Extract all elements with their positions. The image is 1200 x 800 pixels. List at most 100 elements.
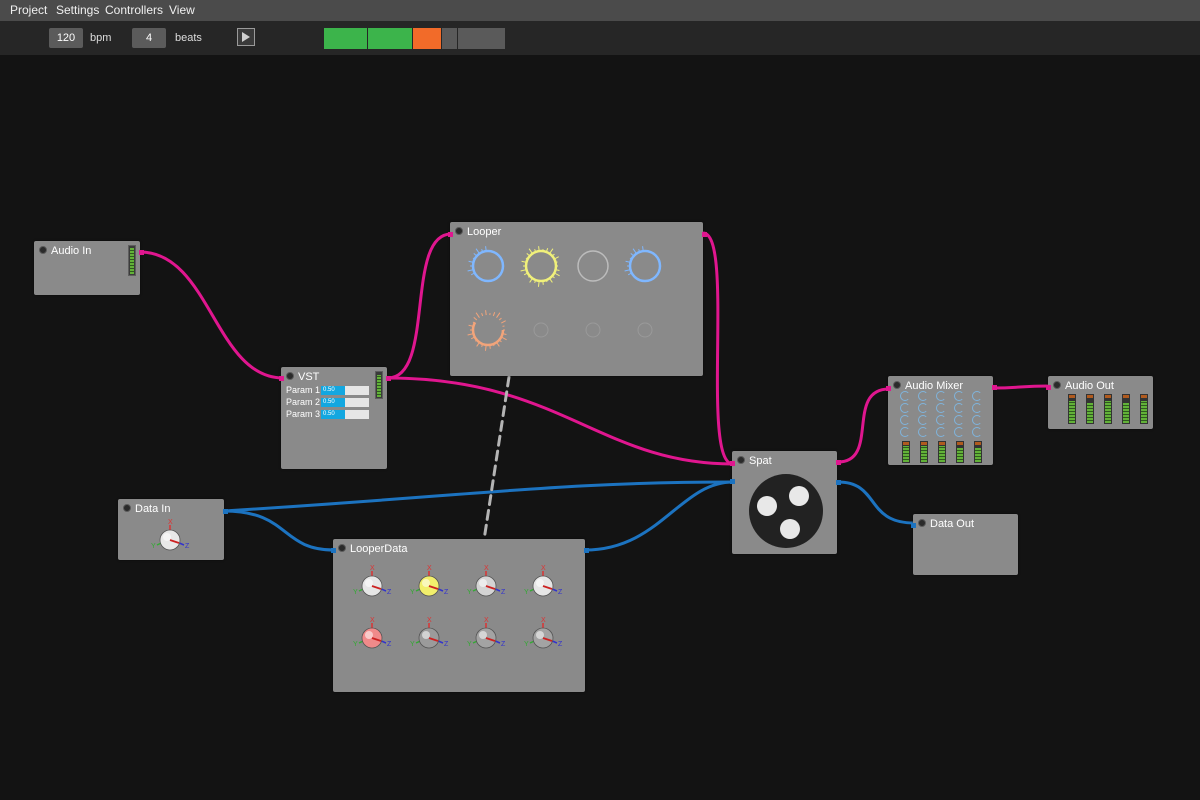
wire-mixer-audioout[interactable] xyxy=(991,384,1051,390)
spat-pad[interactable] xyxy=(749,474,823,548)
node-spat[interactable]: Spat xyxy=(730,451,841,554)
mixer-gain-knob[interactable] xyxy=(954,403,964,413)
gizmo[interactable]: X Y Z xyxy=(524,565,563,597)
audio-output-port[interactable] xyxy=(992,385,997,390)
audio-input-port[interactable] xyxy=(1046,385,1051,390)
data-input-port[interactable] xyxy=(911,523,916,528)
audio-input-port[interactable] xyxy=(279,376,284,381)
gizmo-axis-y: Y xyxy=(353,641,358,648)
audio-output-port[interactable] xyxy=(386,376,391,381)
data-output-port[interactable] xyxy=(584,548,589,553)
param-value: 0.50 xyxy=(323,399,335,405)
data-output-port[interactable] xyxy=(223,509,228,514)
spat-source[interactable] xyxy=(780,519,800,539)
node-looper[interactable]: Looper xyxy=(448,222,707,376)
gizmo[interactable]: X Y Z xyxy=(524,617,563,649)
gizmo[interactable]: X Y Z xyxy=(353,565,392,597)
mixer-gain-knob[interactable] xyxy=(972,415,982,425)
node-audio-in[interactable]: Audio In xyxy=(34,241,144,295)
node-vst[interactable]: VST Param 1 0.50 Param 2 0.50 Param 3 0.50 xyxy=(279,367,391,469)
audio-output-port[interactable] xyxy=(702,232,707,237)
wire-looper-looperdata-link xyxy=(482,375,511,542)
vu-meter xyxy=(128,245,136,276)
node-audio-mixer[interactable]: Audio Mixer xyxy=(886,376,997,465)
mixer-gain-knob[interactable] xyxy=(972,391,982,401)
mixer-gain-knob[interactable] xyxy=(972,427,982,437)
wire-datain-looperdata[interactable] xyxy=(222,509,336,552)
wire-spat-dataout[interactable] xyxy=(836,480,916,525)
looper-track-ring[interactable] xyxy=(585,322,601,338)
looper-track-ring[interactable] xyxy=(467,310,507,351)
gizmo[interactable]: X Y Z xyxy=(353,617,392,649)
wire-audioin-vst[interactable] xyxy=(138,250,285,380)
wire-vst-looper[interactable] xyxy=(386,232,453,380)
looper-track-ring[interactable] xyxy=(577,250,609,282)
wire-datain-spat[interactable] xyxy=(222,480,735,513)
data-output-port[interactable] xyxy=(836,480,841,485)
node-data-in[interactable]: Data In XYZ xyxy=(118,499,228,560)
mixer-gain-knob[interactable] xyxy=(936,415,946,425)
node-enable-led[interactable] xyxy=(918,519,926,527)
output-meter xyxy=(1086,394,1094,424)
mixer-gain-knob[interactable] xyxy=(918,415,928,425)
node-audio-out[interactable]: Audio Out xyxy=(1046,376,1153,429)
gizmo-axis-z: Z xyxy=(444,589,449,596)
node-looper-data[interactable]: LooperData XYZXYZXYZXYZXYZXYZXYZXYZ xyxy=(331,539,589,692)
data-input-port[interactable] xyxy=(730,479,735,484)
looper-track-ring[interactable] xyxy=(520,246,560,287)
mixer-gain-knob[interactable] xyxy=(900,427,910,437)
mixer-gain-knob[interactable] xyxy=(936,427,946,437)
spat-source[interactable] xyxy=(789,486,809,506)
looper-track-ring[interactable] xyxy=(624,246,662,283)
mixer-gain-knob[interactable] xyxy=(900,403,910,413)
mixer-gain-knob[interactable] xyxy=(900,391,910,401)
mixer-gain-knob[interactable] xyxy=(918,391,928,401)
gizmo[interactable]: X Y Z xyxy=(151,519,190,551)
mixer-gain-knob[interactable] xyxy=(936,403,946,413)
node-enable-led[interactable] xyxy=(286,372,294,380)
gizmo-axis-z: Z xyxy=(501,589,506,596)
mixer-gain-knob[interactable] xyxy=(954,391,964,401)
spat-source[interactable] xyxy=(757,496,777,516)
audio-output-port[interactable] xyxy=(836,460,841,465)
mixer-gain-knob[interactable] xyxy=(954,415,964,425)
node-enable-led[interactable] xyxy=(893,381,901,389)
wire-spat-mixer[interactable] xyxy=(836,387,891,464)
gizmo-axis-z: Z xyxy=(444,641,449,648)
looper-track-ring[interactable] xyxy=(533,322,549,338)
gizmo[interactable]: X Y Z xyxy=(467,617,506,649)
wire-vst-spat[interactable] xyxy=(386,376,735,466)
mixer-gain-knob[interactable] xyxy=(900,415,910,425)
output-meter xyxy=(1104,394,1112,424)
node-enable-led[interactable] xyxy=(39,246,47,254)
mixer-gain-knob[interactable] xyxy=(918,403,928,413)
wire-looper-spat[interactable] xyxy=(701,231,735,466)
gizmo[interactable]: X Y Z xyxy=(410,565,449,597)
gizmo-axis-z: Z xyxy=(185,543,190,550)
mixer-output-meter xyxy=(938,441,946,463)
param-slider[interactable]: 0.50 xyxy=(321,386,369,395)
wire-looperdata-spat[interactable] xyxy=(583,480,735,552)
gizmo-axis-y: Y xyxy=(524,589,529,596)
gizmo[interactable]: X Y Z xyxy=(467,565,506,597)
mixer-gain-knob[interactable] xyxy=(936,391,946,401)
looper-track-ring[interactable] xyxy=(467,246,505,283)
mixer-gain-knob[interactable] xyxy=(918,427,928,437)
param-slider[interactable]: 0.50 xyxy=(321,398,369,407)
gizmo[interactable]: X Y Z xyxy=(410,617,449,649)
vst-param-row: Param 3 0.50 xyxy=(286,409,376,420)
audio-input-port[interactable] xyxy=(886,386,891,391)
node-enable-led[interactable] xyxy=(1053,381,1061,389)
audio-output-port[interactable] xyxy=(139,250,144,255)
gizmo-axis-x: X xyxy=(484,617,489,624)
mixer-gain-knob[interactable] xyxy=(954,427,964,437)
audio-input-port[interactable] xyxy=(448,232,453,237)
param-slider[interactable]: 0.50 xyxy=(321,410,369,419)
param-value: 0.50 xyxy=(323,387,335,393)
looper-track-ring[interactable] xyxy=(637,322,653,338)
node-enable-led[interactable] xyxy=(737,456,745,464)
mixer-gain-knob[interactable] xyxy=(972,403,982,413)
data-input-port[interactable] xyxy=(331,548,336,553)
node-data-out[interactable]: Data Out xyxy=(911,514,1018,575)
audio-input-port[interactable] xyxy=(730,461,735,466)
